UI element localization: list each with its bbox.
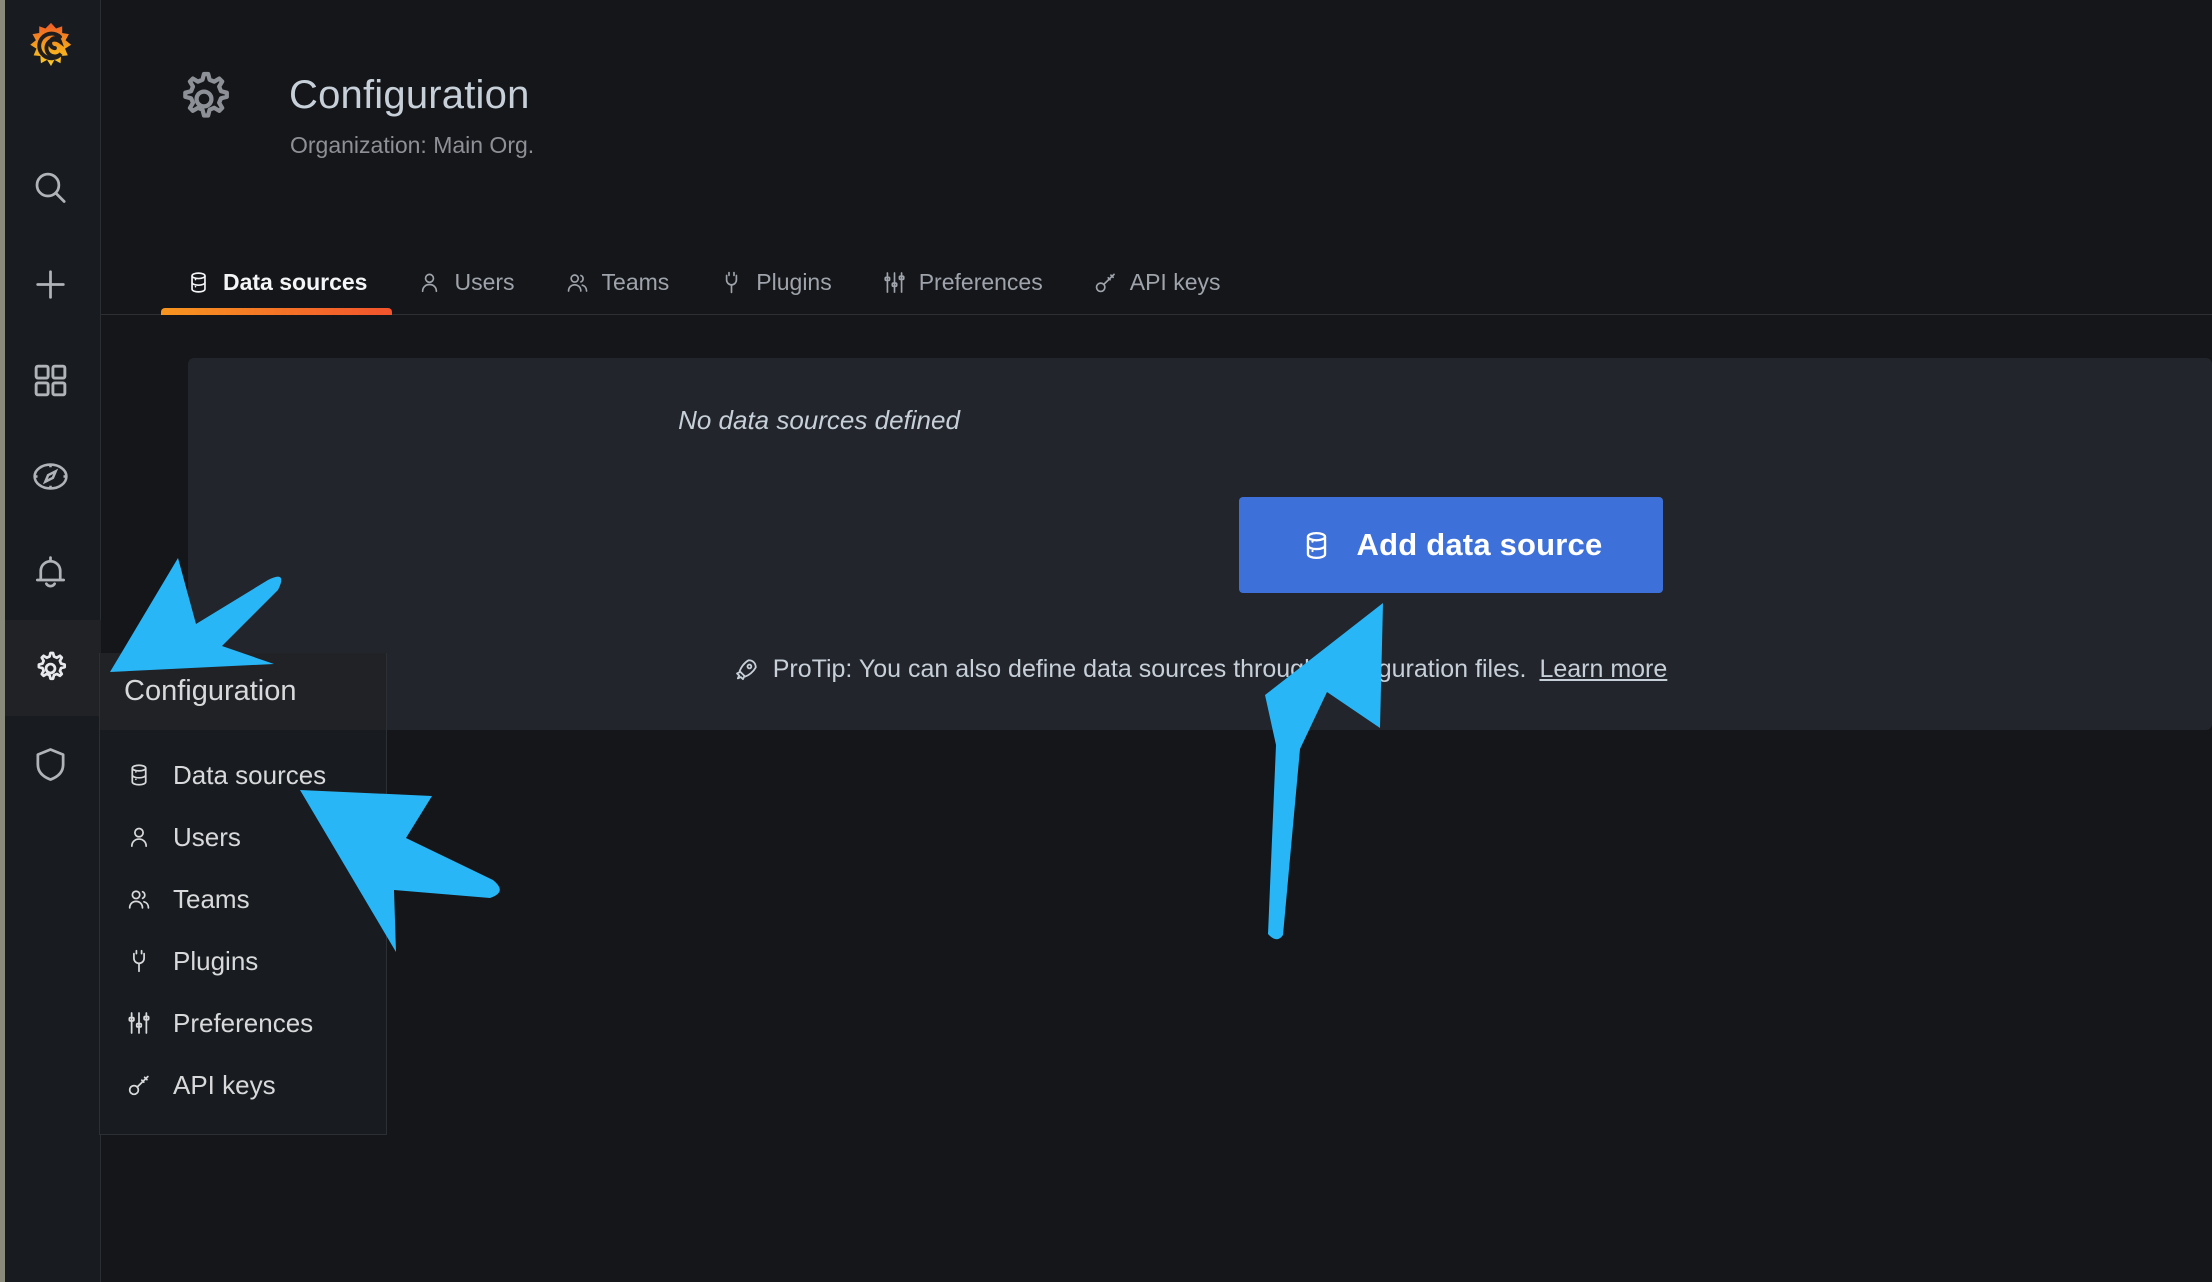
tab-users[interactable]: Users bbox=[392, 235, 539, 315]
tab-api-keys[interactable]: API keys bbox=[1068, 235, 1246, 315]
dropdown-item-label: Plugins bbox=[173, 945, 259, 976]
dropdown-header[interactable]: Configuration bbox=[100, 653, 386, 730]
dropdown-item-preferences[interactable]: Preferences bbox=[100, 992, 386, 1054]
empty-state-message: No data sources defined bbox=[678, 405, 960, 435]
protip-text: ProTip: You can also define data sources… bbox=[772, 655, 1527, 683]
tab-plugins[interactable]: Plugins bbox=[694, 235, 856, 315]
tab-label: Data sources bbox=[223, 268, 368, 295]
search-icon bbox=[35, 172, 66, 203]
dropdown-item-data-sources[interactable]: Data sources bbox=[100, 744, 386, 806]
dropdown-item-users[interactable]: Users bbox=[100, 806, 386, 868]
compass-icon bbox=[33, 462, 68, 490]
page-title: Configuration bbox=[289, 73, 530, 117]
dropdown-item-label: Users bbox=[173, 821, 241, 852]
tab-label: Plugins bbox=[756, 268, 832, 295]
add-data-source-label: Add data source bbox=[1356, 527, 1603, 562]
main-sidebar bbox=[0, 0, 101, 1282]
users-icon bbox=[567, 273, 587, 292]
tab-teams[interactable]: Teams bbox=[540, 235, 695, 315]
dropdown-title: Configuration bbox=[124, 675, 297, 707]
add-data-source-button[interactable]: Add data source bbox=[1239, 497, 1663, 593]
sliders-icon bbox=[884, 271, 905, 293]
key-icon bbox=[1095, 273, 1115, 292]
gear-icon bbox=[37, 651, 67, 680]
dropdown-item-teams[interactable]: Teams bbox=[100, 868, 386, 930]
plug-icon bbox=[726, 271, 738, 293]
sidebar-item-dashboards[interactable] bbox=[0, 332, 101, 428]
page-subtitle: Organization: Main Org. bbox=[290, 132, 535, 158]
sidebar-item-server-admin[interactable] bbox=[0, 716, 101, 812]
tab-label: Preferences bbox=[918, 268, 1043, 295]
window-left-edge bbox=[0, 0, 5, 1282]
gear-icon bbox=[183, 71, 229, 118]
tab-preferences[interactable]: Preferences bbox=[857, 235, 1068, 315]
database-icon bbox=[191, 271, 206, 293]
page-header: Configuration Organization: Main Org. bbox=[101, 0, 2212, 235]
protip-row: ProTip: You can also define data sources… bbox=[188, 655, 2212, 684]
sidebar-item-create[interactable] bbox=[0, 236, 101, 332]
rocket-icon bbox=[735, 659, 757, 681]
grafana-logo[interactable] bbox=[22, 18, 80, 76]
dropdown-item-label: API keys bbox=[173, 1069, 276, 1100]
users-icon bbox=[128, 890, 150, 909]
dropdown-item-plugins[interactable]: Plugins bbox=[100, 930, 386, 992]
shield-icon bbox=[36, 747, 65, 781]
dropdown-item-label: Preferences bbox=[173, 1007, 314, 1038]
tab-label: Teams bbox=[601, 268, 670, 295]
dropdown-item-label: Teams bbox=[173, 883, 250, 914]
dashboards-icon bbox=[34, 364, 67, 396]
tab-label: API keys bbox=[1129, 268, 1221, 295]
sidebar-item-configuration[interactable] bbox=[0, 620, 101, 716]
grafana-app-window: Configuration Organization: Main Org. Da… bbox=[0, 0, 2212, 1282]
sidebar-item-search[interactable] bbox=[0, 140, 101, 236]
tab-bar: Data sources Users Teams Plugins Prefere… bbox=[101, 235, 2212, 315]
tab-data-sources[interactable]: Data sources bbox=[161, 235, 393, 315]
learn-more-link[interactable]: Learn more bbox=[1539, 655, 1667, 684]
sidebar-item-explore[interactable] bbox=[0, 428, 101, 524]
configuration-dropdown-menu: Configuration Data sources Users Teams P… bbox=[99, 653, 387, 1135]
user-icon bbox=[130, 827, 148, 847]
user-icon bbox=[422, 273, 438, 292]
plug-icon bbox=[133, 949, 145, 973]
sliders-icon bbox=[128, 1012, 150, 1034]
key-icon bbox=[128, 1075, 149, 1096]
plus-icon bbox=[36, 269, 65, 299]
sidebar-item-alerting[interactable] bbox=[0, 524, 101, 620]
page-header-gear-icon bbox=[171, 66, 237, 132]
dropdown-item-api-keys[interactable]: API keys bbox=[100, 1054, 386, 1116]
bell-icon bbox=[35, 555, 66, 587]
tab-label: Users bbox=[454, 268, 515, 295]
database-icon bbox=[1306, 531, 1326, 559]
dropdown-item-list: Data sources Users Teams Plugins Prefere… bbox=[100, 730, 386, 1134]
database-icon bbox=[131, 764, 147, 786]
dropdown-item-label: Data sources bbox=[173, 759, 327, 790]
